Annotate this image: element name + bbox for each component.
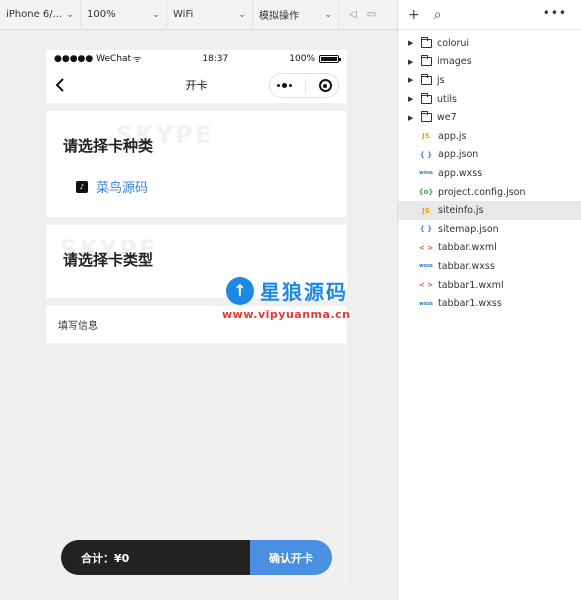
logo-arrow-icon: ↑ xyxy=(226,276,254,305)
chevron-down-icon: ⌄ xyxy=(324,9,332,20)
toolbar-icons: ◁ ▭ xyxy=(339,9,376,20)
expand-arrow-icon[interactable]: ▶ xyxy=(408,114,418,122)
wxml-file-icon: < > xyxy=(418,243,434,252)
config-file-icon: {o} xyxy=(418,188,434,197)
tree-file-project-config-json[interactable]: {o} project.config.json xyxy=(398,183,581,202)
expand-arrow-icon[interactable]: ▶ xyxy=(408,95,418,103)
file-explorer-toolbar: + ⌕ ••• xyxy=(398,0,581,30)
total-amount: 合计：¥0 xyxy=(61,540,250,575)
folder-icon xyxy=(421,111,432,123)
site-logo: ↑ 星狼源码 xyxy=(226,276,348,305)
network-select-value: WiFi xyxy=(173,9,194,20)
carrier-label: ●●●●● WeChat xyxy=(54,53,132,64)
tiktok-icon: ♪ xyxy=(76,180,88,193)
close-target-icon[interactable] xyxy=(318,79,332,92)
capsule-divider xyxy=(304,78,306,93)
tree-folder-colorui[interactable]: ▶ colorui xyxy=(398,34,581,53)
expand-arrow-icon[interactable]: ▶ xyxy=(408,58,418,66)
tree-file-app-json[interactable]: { } app.json xyxy=(398,146,581,165)
folder-icon xyxy=(421,55,432,67)
battery-icon xyxy=(319,54,341,63)
network-select[interactable]: WiFi ⌄ xyxy=(167,0,253,30)
nav-bar: 开卡 xyxy=(46,67,347,103)
zoom-select-value: 100% xyxy=(87,9,116,20)
simulator-toolbar: iPhone 6/... ⌄ 100% ⌄ WiFi ⌄ 模拟操作 ⌄ ◁ ▭ xyxy=(0,0,397,30)
add-icon[interactable]: + xyxy=(408,7,420,23)
fill-info-label: 填写信息 xyxy=(58,321,98,332)
tree-folder-label: colorui xyxy=(437,37,470,49)
file-tree: ▶ colorui ▶ images ▶ js ▶ utils ▶ we7 JS app.js { } a… xyxy=(398,30,581,313)
tree-file-label: app.js xyxy=(438,130,467,142)
tree-file-sitemap-json[interactable]: { } sitemap.json xyxy=(398,220,581,239)
expand-arrow-icon[interactable]: ▶ xyxy=(408,76,418,84)
json-file-icon: { } xyxy=(419,150,433,159)
operation-select[interactable]: 模拟操作 ⌄ xyxy=(253,0,339,30)
card-kind-title: 请选择卡种类 xyxy=(63,137,154,155)
tree-file-label: tabbar1.wxss xyxy=(438,298,502,310)
wifi-icon: ᯤ xyxy=(133,55,142,65)
window-icon[interactable]: ▭ xyxy=(367,9,376,20)
page-title: 开卡 xyxy=(185,79,208,92)
wxss-file-icon: wxss xyxy=(419,300,433,307)
operation-select-value: 模拟操作 xyxy=(259,11,299,22)
card-type-title: 请选择卡类型 xyxy=(63,251,154,269)
tree-folder-label: js xyxy=(437,74,445,86)
file-explorer: + ⌕ ••• ▶ colorui ▶ images ▶ js ▶ utils ▶ we7 JS ap… xyxy=(397,0,581,600)
tree-file-label: siteinfo.js xyxy=(438,205,484,217)
search-icon[interactable]: ⌕ xyxy=(434,7,442,23)
more-dots-icon[interactable] xyxy=(276,83,292,88)
tree-file-tabbar1-wxml[interactable]: < > tabbar1.wxml xyxy=(398,276,581,295)
volume-icon[interactable]: ◁ xyxy=(349,9,357,20)
tree-file-label: tabbar.wxml xyxy=(438,242,497,254)
chevron-down-icon: ⌄ xyxy=(238,9,246,20)
tree-folder-label: utils xyxy=(437,93,457,105)
tree-folder-label: images xyxy=(437,56,472,68)
status-time: 18:37 xyxy=(202,53,229,64)
tree-file-label: app.json xyxy=(438,149,479,161)
tree-folder-we7[interactable]: ▶ we7 xyxy=(398,108,581,127)
wxml-file-icon: < > xyxy=(418,281,434,290)
device-select[interactable]: iPhone 6/... ⌄ xyxy=(0,0,81,30)
battery-percent: 100% xyxy=(289,53,315,64)
tree-file-tabbar-wxss[interactable]: wxss tabbar.wxss xyxy=(398,257,581,276)
tree-file-label: project.config.json xyxy=(438,186,526,198)
folder-icon xyxy=(421,92,432,104)
wxss-file-icon: wxss xyxy=(419,263,433,270)
expand-arrow-icon[interactable]: ▶ xyxy=(408,39,418,47)
tree-folder-label: we7 xyxy=(437,112,457,124)
tree-folder-js[interactable]: ▶ js xyxy=(398,71,581,90)
folder-icon xyxy=(421,73,432,85)
logo-url: www.vipyuanma.cn xyxy=(222,308,351,321)
zoom-select[interactable]: 100% ⌄ xyxy=(81,0,167,30)
chevron-down-icon: ⌄ xyxy=(152,9,160,20)
more-icon[interactable]: ••• xyxy=(543,6,567,20)
card-kind-option[interactable]: ♪ 菜鸟源码 xyxy=(76,177,148,196)
tree-file-tabbar1-wxss[interactable]: wxss tabbar1.wxss xyxy=(398,294,581,313)
confirm-open-card-button[interactable]: 确认开卡 xyxy=(250,540,332,575)
tree-file-app-wxss[interactable]: wxss app.wxss xyxy=(398,164,581,183)
tree-file-siteinfo-js[interactable]: JS siteinfo.js xyxy=(398,201,581,220)
back-arrow-icon[interactable] xyxy=(53,77,67,93)
chevron-down-icon: ⌄ xyxy=(66,9,74,20)
card-kind-option-label: 菜鸟源码 xyxy=(96,181,149,196)
capsule-menu xyxy=(269,73,339,98)
tree-file-label: tabbar.wxss xyxy=(438,260,495,272)
folder-icon xyxy=(421,36,432,48)
status-bar: ●●●●● WeChat ᯤ 18:37 100% xyxy=(46,50,347,67)
tree-file-label: tabbar1.wxml xyxy=(438,279,504,291)
device-select-value: iPhone 6/... xyxy=(6,9,63,20)
logo-name: 星狼源码 xyxy=(260,280,348,304)
js-file-icon: JS xyxy=(422,206,430,215)
tree-file-tabbar-wxml[interactable]: < > tabbar.wxml xyxy=(398,239,581,258)
card-kind-section: SKYPE 请选择卡种类 ♪ 菜鸟源码 xyxy=(46,111,347,217)
tree-folder-images[interactable]: ▶ images xyxy=(398,53,581,72)
wxss-file-icon: wxss xyxy=(419,170,433,177)
tree-file-label: app.wxss xyxy=(438,167,483,179)
tree-file-app-js[interactable]: JS app.js xyxy=(398,127,581,146)
js-file-icon: JS xyxy=(422,132,430,141)
tree-file-label: sitemap.json xyxy=(438,223,499,235)
tree-folder-utils[interactable]: ▶ utils xyxy=(398,90,581,109)
json-file-icon: { } xyxy=(419,225,433,234)
checkout-bar: 合计：¥0 确认开卡 xyxy=(61,540,332,575)
